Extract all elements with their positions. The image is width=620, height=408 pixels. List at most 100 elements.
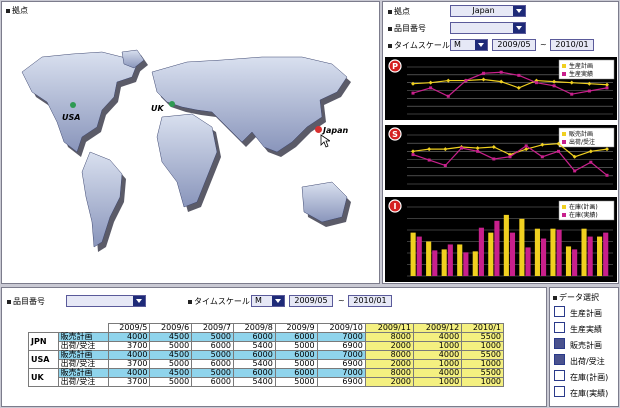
i-bar [416,236,422,276]
p-point [428,80,433,85]
date-to-field[interactable]: 2010/01 [550,39,594,51]
chevron-down-icon[interactable] [513,6,525,16]
s-badge-text: S [392,130,398,139]
i-legend-label: 在庫(実績) [569,211,598,219]
s-series-line [412,145,608,176]
i-bar [463,252,469,276]
row-label: 出荷/受注 [57,377,109,387]
inventory-chart-svg: I 在庫(計画)在庫(実績) [388,199,615,277]
data-select-panel: データ選択 生産計画 生産実績 販売計画 出荷/受注 在庫(計画) 在庫(実績) [549,287,619,407]
timescale-label: タイムスケール [388,40,450,51]
table-cell[interactable]: 2000 [364,377,414,387]
date-from-field[interactable]: 2009/05 [492,39,536,51]
s-point [557,149,560,153]
sales-chart-svg: S 販売計画出荷/受注 [388,127,615,185]
item-number-dropdown[interactable] [450,22,526,34]
map-africa [156,113,218,208]
table-cell[interactable]: 3700 [107,377,151,387]
bottom-date-to-field[interactable]: 2010/01 [348,295,392,307]
chevron-down-icon[interactable] [513,23,525,33]
i-legend-label: 在庫(計画) [569,203,598,211]
country-label: UK [28,368,59,387]
i-bar [519,218,525,276]
p-point [552,84,556,88]
i-bar [503,214,509,276]
square-bullet-icon [553,295,557,300]
table-corner [28,323,59,333]
p-point [464,79,468,83]
map-marker-japan[interactable] [315,126,322,133]
p-point [534,81,538,85]
mouse-cursor-icon [320,134,330,148]
s-legend-swatch [562,132,566,136]
location-dropdown[interactable]: Japan [450,5,526,17]
s-point [460,146,463,150]
map-marker-uk[interactable] [169,101,175,107]
p-point [482,71,486,75]
p-point [569,80,574,85]
chevron-down-icon[interactable] [475,40,487,50]
p-legend-swatch [562,72,566,76]
i-bar [441,249,447,276]
data-select-checkbox[interactable] [554,386,565,397]
bottom-item-number-dropdown[interactable] [66,295,146,307]
s-legend-swatch [562,140,566,144]
sales-data-table: 2009/5 2009/6 2009/7 2009/8 2009/9 2009/10 200… [28,323,504,387]
s-point [524,147,529,152]
p-point [446,94,450,98]
s-point [411,153,415,157]
i-bar [603,232,609,276]
p-point [552,79,557,84]
p-point [411,81,415,86]
table-cell[interactable]: 6900 [316,377,366,387]
bottom-date-from-field[interactable]: 2009/05 [289,295,333,307]
bottom-item-number-label: 品目番号 [7,296,45,307]
bottom-timescale-dropdown[interactable]: M [251,295,285,307]
i-bar [494,220,500,276]
bottom-date-range-tilde: ~ [338,296,345,305]
map-label-uk: UK [151,104,164,113]
s-point [443,163,447,167]
timescale-dropdown[interactable]: M [450,39,488,51]
p-legend-swatch [562,64,566,68]
s-point [443,147,448,152]
s-point [589,160,593,164]
i-legend-swatch [562,213,566,217]
map-marker-usa[interactable] [70,102,76,108]
data-select-checkbox[interactable] [554,354,565,365]
country-label: USA [28,350,59,369]
table-cell[interactable]: 5000 [274,377,318,387]
table-cell[interactable]: 5400 [233,377,276,387]
i-badge-text: I [394,202,397,211]
data-select-label: 出荷/受注 [570,357,605,366]
country-label: JPN [28,332,59,351]
table-panel: 品目番号 タイムスケール M 2009/05 ~ 2010/01 2009/5 2… [1,287,547,407]
table-cell[interactable]: 6000 [191,377,234,387]
s-point [524,144,528,148]
data-select-checkbox[interactable] [554,322,565,333]
i-bar [472,251,478,276]
i-bar [457,244,463,276]
data-select-checkbox[interactable] [554,370,565,381]
table-cell[interactable]: 5000 [149,377,193,387]
data-select-label: 生産実績 [570,325,602,334]
map-south-america [81,151,123,248]
table-cell[interactable]: 1000 [461,377,504,387]
square-bullet-icon [388,26,392,31]
p-series-line [412,78,608,89]
p-badge-text: P [392,62,398,71]
square-bullet-icon [7,299,11,304]
i-bar [488,232,494,276]
table-row: 出荷/受注 3700 5000 6000 5400 5000 6900 2000 1000 100… [29,377,504,387]
chevron-down-icon[interactable] [272,296,284,306]
square-bullet-icon [188,299,192,304]
data-select-checkbox[interactable] [554,338,565,349]
data-select-label: 在庫(計画) [570,373,609,382]
table-cell[interactable]: 1000 [412,377,463,387]
chevron-down-icon[interactable] [133,296,145,306]
s-legend-label: 出荷/受注 [569,138,595,146]
i-bar [410,232,416,276]
p-point [516,85,521,90]
data-select-checkbox[interactable] [554,306,565,317]
p-point [570,92,574,96]
